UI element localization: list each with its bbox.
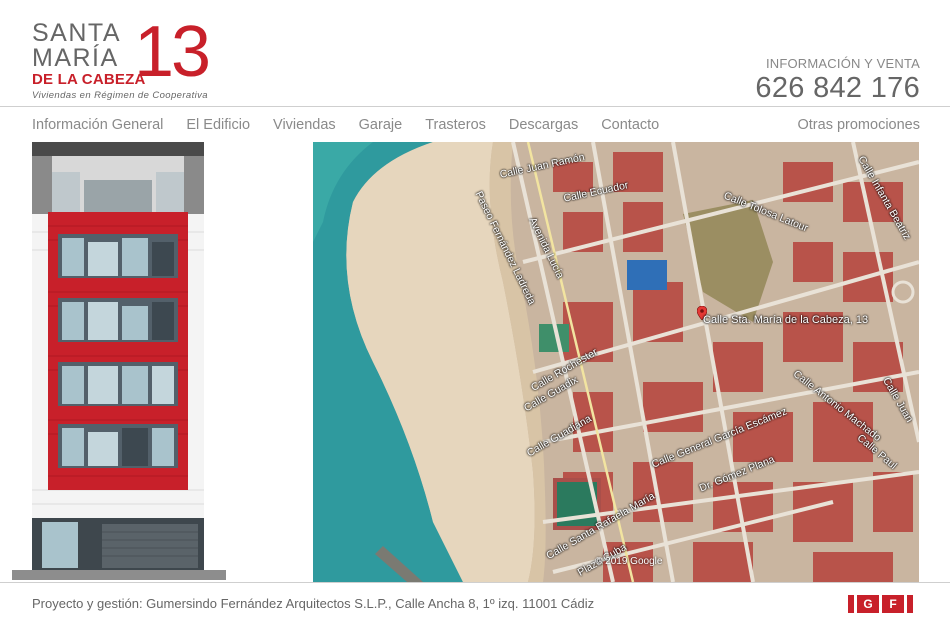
footer-divider (0, 582, 950, 583)
location-map[interactable]: Calle Juan Ramón Calle Ecuador Calle Tol… (313, 142, 919, 582)
main-nav: Información General El Edificio Vivienda… (32, 117, 682, 133)
nav-item-informacion-general[interactable]: Información General (32, 117, 163, 133)
building-facade-image (12, 142, 228, 582)
contact-block: INFORMACIÓN Y VENTA 626 842 176 (755, 56, 920, 105)
gf-logo-g: G (857, 595, 879, 613)
logo-subtitle: Viviendas en Régimen de Cooperativa (32, 90, 208, 101)
map-pin-label: Calle Sta. María de la Cabeza, 13 (703, 314, 869, 326)
logo-line-santa: SANTA (32, 19, 121, 47)
gf-logo[interactable]: G F (848, 595, 920, 613)
gf-logo-bar (848, 595, 854, 613)
logo[interactable]: SANTA MARÍA DE LA CABEZA 13 Viviendas en… (30, 12, 215, 102)
gf-logo-bar (907, 595, 913, 613)
logo-line-cabeza: DE LA CABEZA (32, 71, 146, 88)
gf-logo-f: F (882, 595, 904, 613)
nav-item-otras-promociones[interactable]: Otras promociones (798, 117, 921, 133)
logo-line-maria: MARÍA (32, 44, 119, 72)
nav-item-el-edificio[interactable]: El Edificio (186, 117, 250, 133)
header-divider (0, 106, 950, 107)
map-copyright: © 2019 Google (595, 556, 663, 567)
nav-item-descargas[interactable]: Descargas (509, 117, 578, 133)
contact-info-label: INFORMACIÓN Y VENTA (765, 56, 920, 71)
nav-item-trasteros[interactable]: Trasteros (425, 117, 486, 133)
nav-item-garaje[interactable]: Garaje (359, 117, 403, 133)
contact-phone[interactable]: 626 842 176 (755, 72, 920, 105)
nav-item-contacto[interactable]: Contacto (601, 117, 659, 133)
nav-item-viviendas[interactable]: Viviendas (273, 117, 336, 133)
logo-number: 13 (134, 12, 211, 92)
footer-credits: Proyecto y gestión: Gumersindo Fernández… (32, 596, 595, 611)
